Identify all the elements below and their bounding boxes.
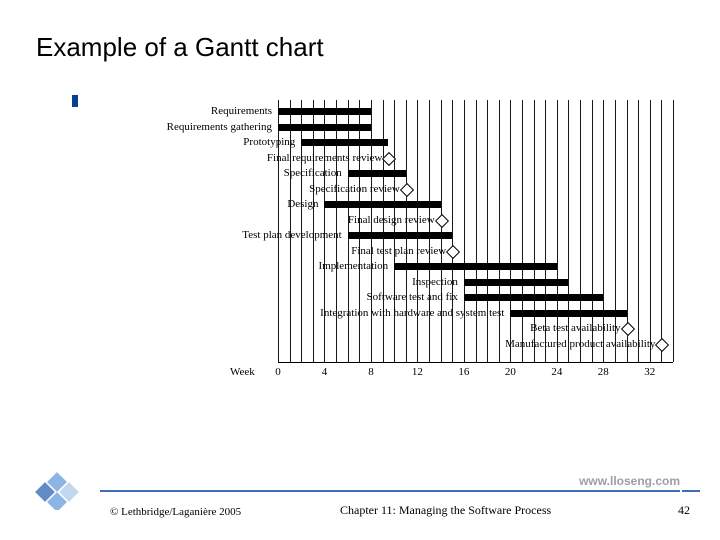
gantt-row: Final requirements review	[78, 151, 678, 166]
gantt-row: Test plan development	[78, 228, 678, 243]
gantt-row: Prototyping	[78, 135, 678, 150]
gantt-row: Design	[78, 197, 678, 212]
gantt-row: Integration with hardware and system tes…	[78, 306, 678, 321]
gantt-row: Inspection	[78, 275, 678, 290]
x-tick-label: 20	[505, 366, 516, 378]
task-bar	[464, 294, 603, 301]
task-label: Requirements	[211, 105, 272, 117]
task-label: Inspection	[412, 276, 458, 288]
gantt-row: Manufactured product availability	[78, 337, 678, 352]
task-label: Software test and fix	[367, 291, 458, 303]
task-label: Prototyping	[243, 136, 295, 148]
x-tick-label: 4	[322, 366, 328, 378]
task-label: Integration with hardware and system tes…	[320, 307, 504, 319]
divider	[682, 490, 700, 492]
x-axis	[278, 362, 673, 363]
task-label: Manufactured product availability	[505, 338, 655, 350]
gantt-row: Implementation	[78, 259, 678, 274]
task-label: Implementation	[319, 260, 389, 272]
gantt-row: Requirements gathering	[78, 120, 678, 135]
gantt-row: Beta test availability	[78, 321, 678, 336]
task-label: Final design review	[348, 214, 435, 226]
x-axis-label: Week	[230, 366, 255, 378]
task-bar	[278, 124, 371, 131]
gantt-row: Requirements	[78, 104, 678, 119]
task-label: Requirements gathering	[167, 121, 272, 133]
footer-url: www.lloseng.com	[579, 474, 680, 488]
logo-icon	[18, 460, 88, 510]
task-bar	[394, 263, 557, 270]
gantt-row: Specification review	[78, 182, 678, 197]
task-label: Final test plan review	[351, 245, 446, 257]
x-tick-label: 16	[458, 366, 469, 378]
task-bar	[278, 108, 371, 115]
x-tick-label: 0	[275, 366, 281, 378]
task-label: Specification review	[309, 183, 400, 195]
x-tick-label: 24	[551, 366, 562, 378]
divider	[100, 490, 680, 492]
task-bar	[464, 279, 569, 286]
x-tick-label: 8	[368, 366, 374, 378]
task-label: Final requirements review	[267, 152, 382, 164]
footer-credit: © Lethbridge/Laganière 2005	[110, 506, 241, 518]
milestone-icon	[400, 182, 414, 196]
milestone-icon	[620, 322, 634, 336]
gantt-row: Software test and fix	[78, 290, 678, 305]
task-bar	[301, 139, 388, 146]
milestone-icon	[382, 151, 396, 165]
task-label: Beta test availability	[530, 322, 620, 334]
task-label: Specification	[284, 167, 342, 179]
task-bar	[510, 310, 626, 317]
task-bar	[324, 201, 440, 208]
page-title: Example of a Gantt chart	[36, 32, 324, 63]
gantt-chart: 0 4 8 12 16 20 24 28 32 Week Requirements Requireme…	[78, 100, 678, 415]
milestone-icon	[435, 213, 449, 227]
gantt-row: Final test plan review	[78, 244, 678, 259]
task-label: Design	[287, 198, 318, 210]
x-tick-label: 32	[644, 366, 655, 378]
milestone-icon	[446, 244, 460, 258]
task-bar	[348, 170, 406, 177]
footer-chapter: Chapter 11: Managing the Software Proces…	[340, 503, 551, 518]
milestone-icon	[655, 337, 669, 351]
gantt-row: Final design review	[78, 213, 678, 228]
x-tick-label: 12	[412, 366, 423, 378]
task-label: Test plan development	[242, 229, 341, 241]
page-number: 42	[678, 503, 690, 518]
x-tick-label: 28	[598, 366, 609, 378]
gantt-row: Specification	[78, 166, 678, 181]
task-bar	[348, 232, 453, 239]
